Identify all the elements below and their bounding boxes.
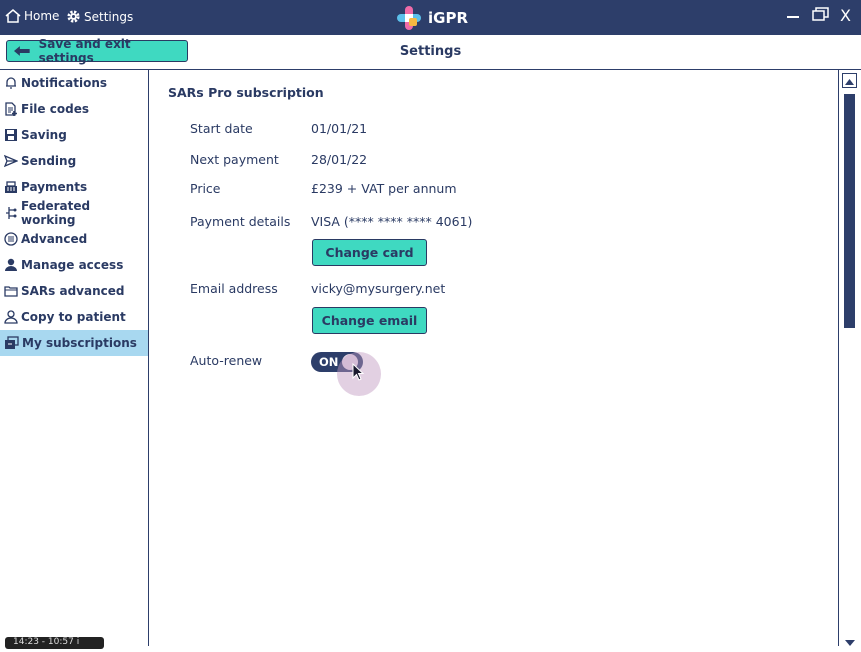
sidebar-item-label: File codes <box>21 102 89 116</box>
sidebar-item-label: Federated working <box>21 199 91 227</box>
home-label: Home <box>24 9 60 23</box>
section-title: SARs Pro subscription <box>168 85 324 100</box>
scroll-up-button[interactable] <box>842 73 857 88</box>
sidebar-item-federated-working[interactable]: Federated working <box>0 199 148 227</box>
vertical-scrollbar[interactable] <box>838 70 861 646</box>
cash-register-icon <box>5 181 17 193</box>
arrow-left-icon <box>13 46 30 56</box>
person-outline-icon <box>4 310 18 324</box>
email-address-value: vicky@mysurgery.net <box>311 281 446 296</box>
federated-icon <box>6 207 17 219</box>
app-title: iGPR <box>396 5 468 31</box>
sidebar-item-label: Sending <box>21 154 77 168</box>
send-icon <box>4 154 18 168</box>
payment-details-label: Payment details <box>190 214 291 229</box>
folder-icon <box>4 286 18 297</box>
change-card-button[interactable]: Change card <box>312 239 427 266</box>
close-button[interactable]: X <box>840 6 851 25</box>
auto-renew-label: Auto-renew <box>190 353 263 368</box>
sidebar-item-my-subscriptions[interactable]: My subscriptions <box>0 330 148 356</box>
sidebar-item-advanced[interactable]: Advanced <box>0 226 148 252</box>
minimize-icon <box>787 16 799 18</box>
floppy-icon <box>5 129 17 141</box>
change-email-button[interactable]: Change email <box>312 307 427 334</box>
next-payment-value: 28/01/22 <box>311 152 368 167</box>
file-add-icon <box>5 102 17 116</box>
save-and-exit-button[interactable]: Save and exit settings <box>6 37 188 65</box>
sidebar-item-sending[interactable]: Sending <box>0 148 148 174</box>
sidebar-item-label: Payments <box>21 180 88 194</box>
title-bar: Home Settings iGPR X <box>0 0 861 35</box>
settings-button[interactable]: Settings <box>66 9 133 24</box>
app-title-text: iGPR <box>428 9 468 27</box>
sidebar-item-file-codes[interactable]: File codes <box>0 96 148 122</box>
user-icon <box>5 258 17 271</box>
home-icon <box>5 9 21 23</box>
settings-sidebar: Notifications File codes Saving Sending … <box>0 70 149 646</box>
igpr-logo-icon <box>397 6 421 30</box>
mouse-pointer-icon <box>352 363 365 381</box>
sidebar-item-sars-advanced[interactable]: SARs advanced <box>0 278 148 304</box>
sidebar-item-notifications[interactable]: Notifications <box>0 70 148 96</box>
payment-details-value: VISA (**** **** **** 4061) <box>311 214 473 229</box>
minimize-button[interactable] <box>786 4 800 24</box>
arrow-down-icon <box>845 640 855 646</box>
close-icon: X <box>840 6 851 25</box>
gear-icon <box>67 10 80 23</box>
sidebar-item-payments[interactable]: Payments <box>0 174 148 200</box>
subscriptions-icon <box>5 336 19 349</box>
sidebar-item-label: Advanced <box>21 232 88 246</box>
next-payment-label: Next payment <box>190 152 279 167</box>
sidebar-item-label: Notifications <box>21 76 108 90</box>
settings-toolbar: Settings Save and exit settings <box>0 35 861 70</box>
sidebar-item-label: Copy to patient <box>21 310 126 324</box>
toggle-state-text: ON <box>319 355 339 369</box>
status-tooltip: 14:23 - 10:57 i <box>5 637 104 649</box>
sidebar-item-manage-access[interactable]: Manage access <box>0 252 148 278</box>
sidebar-item-label: SARs advanced <box>21 284 125 298</box>
start-date-label: Start date <box>190 121 253 136</box>
bell-icon <box>6 77 16 89</box>
sidebar-item-saving[interactable]: Saving <box>0 122 148 148</box>
restore-button[interactable] <box>812 6 829 25</box>
subscription-panel: SARs Pro subscription Start date 01/01/2… <box>149 70 838 646</box>
restore-icon <box>812 7 829 21</box>
home-button[interactable]: Home <box>5 9 59 23</box>
scroll-down-button[interactable] <box>844 633 856 652</box>
scroll-thumb[interactable] <box>844 94 855 328</box>
arrow-up-icon <box>845 79 854 85</box>
price-value: £239 + VAT per annum <box>311 181 457 196</box>
save-and-exit-label: Save and exit settings <box>38 37 131 65</box>
price-label: Price <box>190 181 221 196</box>
advanced-icon <box>4 232 18 246</box>
email-address-label: Email address <box>190 281 278 296</box>
settings-label: Settings <box>84 9 134 24</box>
sidebar-item-label: Saving <box>21 128 67 142</box>
sidebar-item-label: Manage access <box>21 258 124 272</box>
start-date-value: 01/01/21 <box>311 121 368 136</box>
sidebar-item-label: My subscriptions <box>22 336 137 350</box>
sidebar-item-copy-to-patient[interactable]: Copy to patient <box>0 304 148 330</box>
